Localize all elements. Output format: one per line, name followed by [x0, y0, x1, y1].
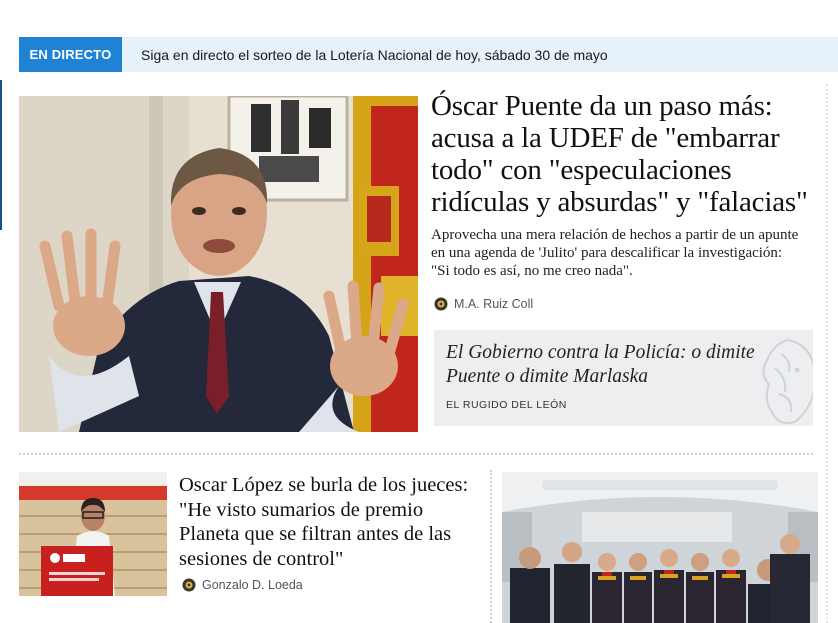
live-tag: EN DIRECTO [19, 37, 122, 72]
page-edge-rule [0, 80, 2, 230]
story2-headline[interactable]: Oscar López se burla de los jueces: "He … [179, 473, 479, 571]
main-story-author[interactable]: M.A. Ruiz Coll [454, 297, 533, 311]
main-story-photo[interactable] [19, 96, 418, 432]
opinion-section-label[interactable]: EL RUGIDO DEL LEÓN [446, 399, 567, 411]
row-divider [19, 453, 813, 455]
story2-byline[interactable]: Gonzalo D. Loeda [182, 578, 303, 592]
opinion-card[interactable]: El Gobierno contra la Policía: o dimite … [434, 330, 813, 426]
speaker-photo-illustration [19, 472, 167, 596]
opinion-headline[interactable]: El Gobierno contra la Policía: o dimite … [446, 341, 766, 389]
live-bar[interactable]: EN DIRECTO Siga en directo el sorteo de … [19, 37, 838, 72]
story2-author[interactable]: Gonzalo D. Loeda [202, 578, 303, 592]
crew-photo-illustration [502, 472, 818, 623]
politician-photo-illustration [19, 96, 418, 432]
column-divider [490, 470, 492, 623]
right-column-divider [826, 84, 828, 623]
author-avatar-icon [434, 297, 448, 311]
story2-photo[interactable] [19, 472, 167, 596]
main-story-byline[interactable]: M.A. Ruiz Coll [434, 297, 533, 311]
story3-photo[interactable] [502, 472, 818, 623]
main-story-headline[interactable]: Óscar Puente da un paso más: acusa a la … [431, 90, 826, 218]
author-avatar-icon [182, 578, 196, 592]
main-story-summary: Aprovecha una mera relación de hechos a … [431, 227, 799, 279]
live-headline-link[interactable]: Siga en directo el sorteo de la Lotería … [141, 47, 608, 63]
